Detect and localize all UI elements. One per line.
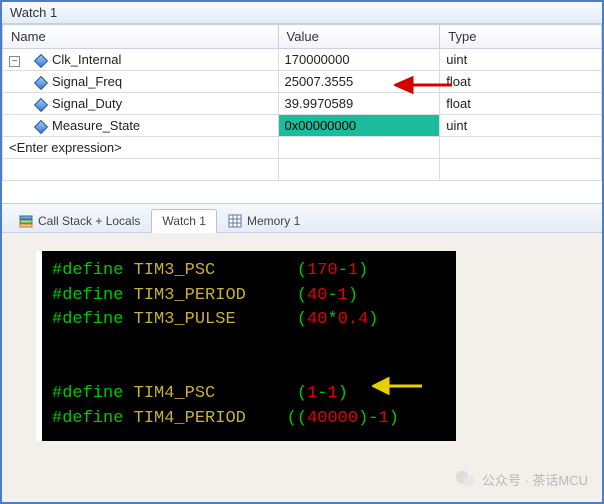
var-value[interactable]: 25007.3555: [278, 71, 440, 93]
enter-expression-row[interactable]: <Enter expression>: [3, 137, 602, 159]
var-type: float: [440, 93, 602, 115]
var-value[interactable]: 0x00000000: [278, 115, 440, 137]
tree-toggle-icon[interactable]: −: [9, 56, 20, 67]
tab-label: Memory 1: [247, 214, 300, 228]
var-name: Measure_State: [52, 118, 140, 133]
diamond-icon: [34, 75, 48, 89]
var-name: Signal_Freq: [52, 74, 122, 89]
watch-table-pane: Name Value Type − Clk_Internal 170000000 …: [2, 24, 602, 181]
tab-watch[interactable]: Watch 1: [151, 209, 217, 233]
table-row[interactable]: Signal_Freq 25007.3555 float: [3, 71, 602, 93]
tab-memory[interactable]: Memory 1: [217, 209, 311, 232]
table-row[interactable]: Measure_State 0x00000000 uint: [3, 115, 602, 137]
col-value[interactable]: Value: [278, 25, 440, 49]
debugger-window: Watch 1 Name Value Type − Clk_Internal 17…: [0, 0, 604, 504]
enter-expression-label[interactable]: <Enter expression>: [3, 137, 279, 159]
watermark-text: 公众号 · 茶话MCU: [482, 470, 588, 489]
diamond-icon: [34, 119, 48, 133]
code-editor-pane: #define TIM3_PSC (170-1) #define TIM3_PE…: [2, 233, 602, 502]
bottom-tabs: Call Stack + Locals Watch 1 Memory 1: [2, 203, 602, 233]
code-block[interactable]: #define TIM3_PSC (170-1) #define TIM3_PE…: [36, 251, 456, 441]
tab-label: Watch 1: [162, 214, 206, 228]
table-row[interactable]: − Clk_Internal 170000000 uint: [3, 49, 602, 71]
col-type[interactable]: Type: [440, 25, 602, 49]
diamond-icon: [34, 97, 48, 111]
memory-icon: [228, 214, 242, 228]
var-name: Clk_Internal: [52, 52, 121, 67]
var-type: uint: [440, 115, 602, 137]
diamond-icon: [34, 53, 48, 67]
tab-call-stack[interactable]: Call Stack + Locals: [8, 209, 151, 232]
tab-label: Call Stack + Locals: [38, 214, 140, 228]
var-type: float: [440, 71, 602, 93]
window-title: Watch 1: [2, 2, 602, 24]
table-row[interactable]: Signal_Duty 39.9970589 float: [3, 93, 602, 115]
var-value[interactable]: 39.9970589: [278, 93, 440, 115]
var-value[interactable]: 170000000: [278, 49, 440, 71]
var-type: uint: [440, 49, 602, 71]
stack-icon: [19, 214, 33, 228]
var-name: Signal_Duty: [52, 96, 122, 111]
col-name[interactable]: Name: [3, 25, 279, 49]
watermark: 公众号 · 茶话MCU: [454, 468, 588, 490]
wechat-icon: [454, 468, 476, 490]
watch-table: Name Value Type − Clk_Internal 170000000 …: [2, 24, 602, 181]
